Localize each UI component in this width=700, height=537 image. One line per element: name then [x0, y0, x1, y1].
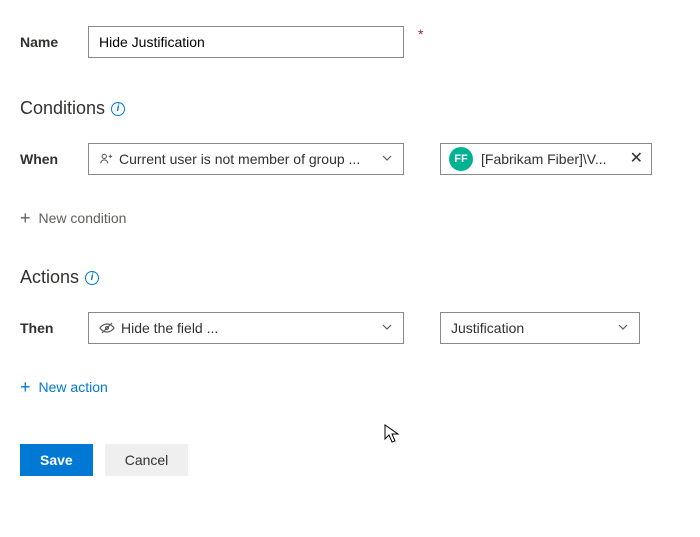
then-dropdown[interactable]: Hide the field ... [88, 312, 404, 344]
new-condition-link[interactable]: + New condition [20, 209, 126, 227]
chevron-down-icon [381, 151, 393, 167]
save-button[interactable]: Save [20, 444, 93, 476]
when-dropdown-text: Current user is not member of group ... [119, 151, 375, 167]
persona-avatar: FF [449, 147, 473, 171]
conditions-heading: Conditions i [20, 98, 680, 119]
required-indicator: * [418, 26, 423, 42]
name-label: Name [20, 34, 76, 50]
when-label: When [20, 151, 76, 167]
info-icon[interactable]: i [85, 271, 99, 285]
new-action-link[interactable]: + New action [20, 378, 108, 396]
chevron-down-icon [617, 320, 629, 336]
actions-heading: Actions i [20, 267, 680, 288]
chevron-down-icon [381, 320, 393, 336]
name-input[interactable] [88, 26, 404, 58]
plus-icon: + [20, 378, 31, 396]
person-icon [99, 152, 113, 166]
info-icon[interactable]: i [111, 102, 125, 116]
field-dropdown[interactable]: Justification [440, 312, 640, 344]
cancel-button[interactable]: Cancel [105, 444, 189, 476]
when-dropdown[interactable]: Current user is not member of group ... [88, 143, 404, 175]
hide-icon [99, 321, 115, 335]
group-chip-text: [Fabrikam Fiber]\V... [481, 151, 622, 167]
then-label: Then [20, 320, 76, 336]
then-dropdown-text: Hide the field ... [121, 320, 375, 336]
close-icon[interactable]: ✕ [630, 151, 643, 167]
field-dropdown-text: Justification [451, 320, 611, 336]
group-chip[interactable]: FF [Fabrikam Fiber]\V... ✕ [440, 143, 652, 175]
plus-icon: + [20, 209, 31, 227]
